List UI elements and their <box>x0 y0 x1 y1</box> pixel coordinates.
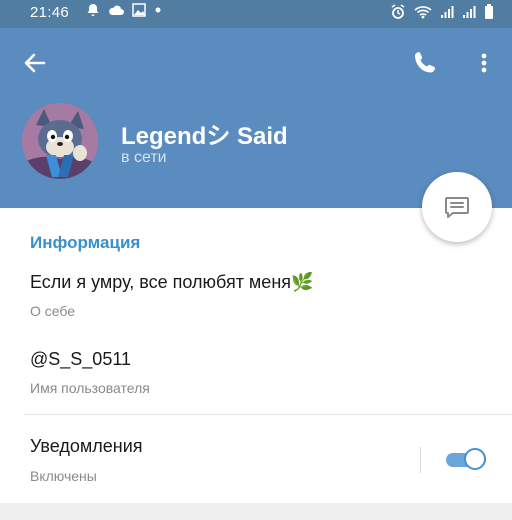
avatar[interactable] <box>22 103 98 179</box>
image-icon <box>132 3 146 17</box>
more-vertical-icon <box>481 53 487 73</box>
notification-icon <box>87 4 99 16</box>
back-button[interactable] <box>20 48 50 78</box>
bio-row[interactable]: Если я умру, все полюбят меня🌿 <box>30 272 313 293</box>
status-bar: 21:46 <box>0 0 512 28</box>
dot-icon <box>155 7 161 13</box>
vertical-divider <box>420 447 421 473</box>
call-button[interactable] <box>410 48 440 78</box>
back-arrow-icon <box>24 53 46 73</box>
wifi-icon <box>414 6 432 19</box>
toggle-knob <box>464 448 486 470</box>
alarm-icon <box>391 4 405 19</box>
profile-name: Legendシ Said <box>121 123 288 150</box>
notifications-status: Включены <box>30 468 97 484</box>
notifications-toggle[interactable] <box>444 447 490 473</box>
section-title-info: Информация <box>30 233 141 252</box>
divider <box>24 414 512 415</box>
cat-avatar-image <box>22 103 98 179</box>
username-label: Имя пользователя <box>30 380 150 396</box>
username-value[interactable]: @S_S_0511 <box>30 349 131 370</box>
signal-icon <box>463 6 476 18</box>
signal-icon <box>441 6 454 18</box>
status-left-icons <box>86 3 162 17</box>
phone-icon <box>415 52 435 73</box>
message-icon <box>445 197 469 218</box>
cloud-icon <box>109 5 124 15</box>
bio-text: Если я умру, все полюбят меня <box>30 272 292 292</box>
bottom-strip <box>0 503 512 520</box>
send-message-button[interactable] <box>422 172 492 242</box>
more-options-button[interactable] <box>474 48 494 78</box>
status-time: 21:46 <box>30 4 70 21</box>
leaf-emoji: 🌿 <box>291 272 314 292</box>
status-right-icons <box>390 4 494 20</box>
bio-label: О себе <box>30 303 76 319</box>
battery-icon <box>485 4 493 19</box>
notifications-title[interactable]: Уведомления <box>30 436 143 457</box>
online-status: в сети <box>121 149 167 166</box>
